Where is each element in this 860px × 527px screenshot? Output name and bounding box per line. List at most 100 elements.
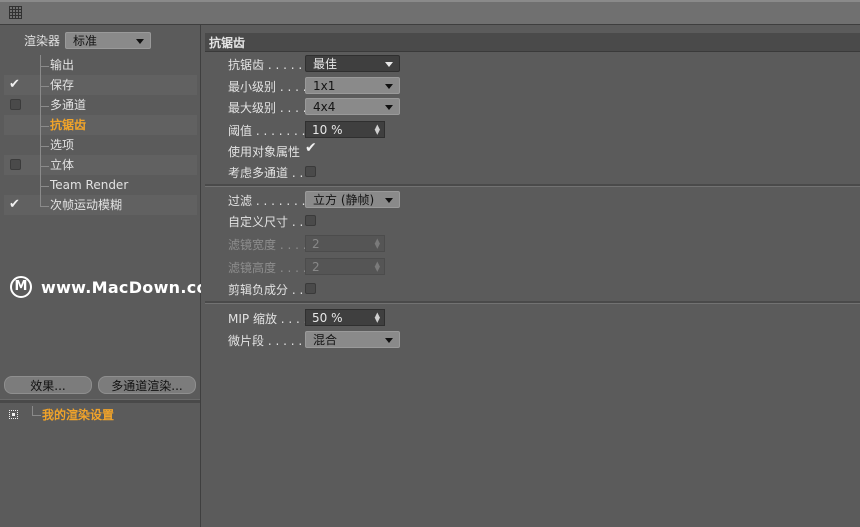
section-header: 抗锯齿: [205, 33, 860, 52]
consider-multipass-label: 考虑多通道 . .: [228, 166, 304, 180]
tree-branch-line: [40, 135, 49, 147]
tree-branch-line: [32, 406, 41, 416]
tree-branch-line: [40, 95, 49, 107]
clip-negative-checkbox[interactable]: [305, 283, 316, 294]
mip-scale-value: 50 %: [312, 311, 343, 325]
filter-width-label: 滤镜宽度 . . . .: [228, 238, 307, 252]
custom-size-checkbox[interactable]: [305, 215, 316, 226]
use-object-props-label: 使用对象属性: [228, 145, 301, 159]
separator: [205, 301, 860, 304]
renderer-label: 渲染器: [24, 33, 61, 48]
antialias-label: 抗锯齿 . . . . .: [228, 58, 303, 72]
filter-height-value: 2: [312, 260, 320, 274]
tree-branch-line: [40, 75, 49, 87]
checkmark-icon[interactable]: ✔: [9, 195, 20, 215]
tree-item-output[interactable]: 输出: [4, 55, 197, 75]
tree-item-label: Team Render: [50, 178, 129, 192]
settings-panel: 抗锯齿 抗锯齿 . . . . . 最佳 最小级别 . . . . 1x1 最大…: [201, 25, 860, 527]
min-level-label: 最小级别 . . . .: [228, 80, 307, 94]
title-bar: [0, 0, 860, 25]
render-setting-item[interactable]: 我的渲染设置: [4, 406, 197, 424]
renderer-dropdown[interactable]: 标准: [65, 31, 152, 49]
chevron-down-icon: [385, 105, 393, 110]
spinner-icon[interactable]: ▲ ▼: [375, 312, 380, 324]
chevron-down-icon: [385, 198, 393, 203]
chevron-down-icon: [136, 38, 145, 44]
tree-item-antialiasing[interactable]: 抗锯齿: [4, 115, 197, 135]
antialias-dropdown[interactable]: 最佳: [305, 55, 400, 72]
tree-item-label: 选项: [50, 138, 75, 152]
spinner-icon[interactable]: ▲ ▼: [375, 124, 380, 136]
renderer-row: 渲染器 标准: [24, 31, 152, 49]
render-setting-icon: [9, 410, 18, 419]
tree-vertical-line: [40, 86, 41, 95]
max-level-value: 4x4: [313, 100, 336, 114]
max-level-label: 最大级别 . . . .: [228, 101, 307, 115]
tree-item-label: 立体: [50, 158, 75, 172]
tree-branch-line: [40, 115, 49, 127]
tree-branch-line: [40, 175, 49, 187]
tree-item-label: 多通道: [50, 98, 87, 112]
mip-scale-label: MIP 缩放 . . . .: [228, 312, 308, 326]
filter-label: 过滤 . . . . . . .: [228, 194, 306, 208]
micro-segment-label: 微片段 . . . . . .: [228, 334, 310, 348]
chevron-down-icon: [385, 338, 393, 343]
min-level-dropdown[interactable]: 1x1: [305, 77, 400, 94]
grip-icon[interactable]: [9, 6, 22, 19]
tree-item-subframe-motion-blur[interactable]: ✔ 次帧运动模糊: [4, 195, 197, 215]
tree-vertical-line: [40, 106, 41, 115]
mip-scale-input[interactable]: 50 % ▲ ▼: [305, 309, 385, 326]
checkbox[interactable]: [10, 99, 21, 110]
filter-width-value: 2: [312, 237, 320, 251]
micro-segment-value: 混合: [313, 333, 338, 347]
filter-height-input[interactable]: 2 ▲ ▼: [305, 258, 385, 275]
section-title: 抗锯齿: [209, 36, 246, 50]
tree-item-save[interactable]: ✔ 保存: [4, 75, 197, 95]
watermark: M www.MacDown.com: [10, 275, 225, 299]
max-level-dropdown[interactable]: 4x4: [305, 98, 400, 115]
sidebar: 渲染器 标准 输出 ✔ 保存 多通道 抗锯齿 选项 立体 Team Render…: [0, 25, 224, 527]
renderer-value: 标准: [73, 33, 98, 48]
checkbox[interactable]: [10, 159, 21, 170]
tree-branch-line: [40, 55, 49, 67]
title-bar-highlight: [0, 0, 860, 2]
tree-item-options[interactable]: 选项: [4, 135, 197, 155]
separator: [205, 184, 860, 187]
multipass-render-button[interactable]: 多通道渲染...: [98, 376, 196, 394]
filter-dropdown[interactable]: 立方 (静帧): [305, 191, 400, 208]
tree-item-label: 保存: [50, 78, 75, 92]
min-level-value: 1x1: [313, 79, 336, 93]
tree-branch-line: [40, 155, 49, 167]
spinner-icon[interactable]: ▲ ▼: [375, 238, 380, 250]
checkmark-icon[interactable]: ✔: [305, 140, 317, 156]
checkmark-icon[interactable]: ✔: [9, 75, 20, 95]
consider-multipass-checkbox[interactable]: [305, 166, 316, 177]
spinner-icon[interactable]: ▲ ▼: [375, 261, 380, 273]
custom-size-label: 自定义尺寸 . .: [228, 215, 304, 229]
divider: [0, 399, 200, 403]
tree-item-stereo[interactable]: 立体: [4, 155, 197, 175]
micro-segment-dropdown[interactable]: 混合: [305, 331, 400, 348]
render-setting-name: 我的渲染设置: [42, 408, 115, 422]
effects-button[interactable]: 效果...: [4, 376, 92, 394]
threshold-value: 10 %: [312, 123, 343, 137]
clip-negative-label: 剪辑负成分 . .: [228, 283, 304, 297]
tree-item-label: 抗锯齿: [50, 118, 87, 132]
filter-value: 立方 (静帧): [313, 193, 375, 207]
filter-width-input[interactable]: 2 ▲ ▼: [305, 235, 385, 252]
tree-vertical-line: [40, 166, 41, 175]
tree-vertical-line: [40, 66, 41, 75]
tree-item-team-render[interactable]: Team Render: [4, 175, 197, 195]
watermark-logo-icon: M: [10, 276, 32, 298]
settings-tree: 输出 ✔ 保存 多通道 抗锯齿 选项 立体 Team Render ✔ 次帧运动…: [4, 55, 197, 215]
sidebar-buttons: 效果... 多通道渲染...: [4, 376, 196, 394]
tree-item-label: 次帧运动模糊: [50, 198, 123, 212]
tree-vertical-line: [40, 126, 41, 135]
chevron-down-icon: [385, 62, 393, 67]
tree-vertical-line: [40, 146, 41, 155]
tree-item-multipass[interactable]: 多通道: [4, 95, 197, 115]
chevron-down-icon: [385, 84, 393, 89]
watermark-text: www.MacDown.com: [41, 277, 225, 297]
tree-vertical-line: [40, 186, 41, 195]
threshold-input[interactable]: 10 % ▲ ▼: [305, 121, 385, 138]
